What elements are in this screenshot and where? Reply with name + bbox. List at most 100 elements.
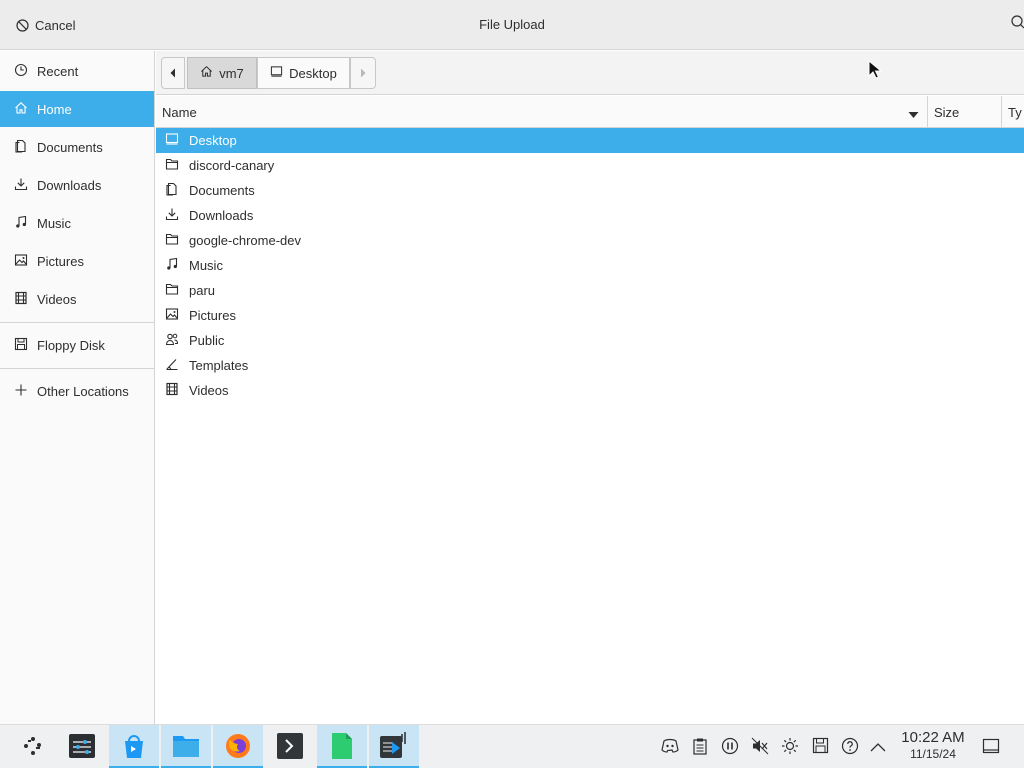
chevron-left-icon: [169, 66, 177, 81]
discover-icon: [120, 731, 148, 764]
sidebar-item-home[interactable]: Home: [0, 91, 154, 127]
sidebar-item-floppy-disk[interactable]: Floppy Disk: [0, 327, 154, 363]
desktop-icon: [165, 132, 179, 149]
plus-icon: [14, 383, 28, 400]
column-label: Size: [934, 104, 960, 120]
file-row-music[interactable]: Music: [156, 253, 1024, 278]
libreoffice-icon: [329, 731, 355, 764]
column-header-size[interactable]: Size: [928, 96, 1002, 128]
home-icon: [200, 65, 213, 81]
show-desktop-icon: [982, 738, 1000, 758]
documents-icon: [165, 182, 179, 199]
home-icon: [14, 101, 28, 118]
sidebar-item-label: Recent: [37, 63, 79, 79]
tray-removable-storage[interactable]: [810, 737, 830, 757]
file-list: Desktop discord-canary Documents Downloa…: [156, 128, 1024, 724]
header-bar: Cancel File Upload: [0, 0, 1024, 50]
tray-volume[interactable]: [750, 737, 770, 757]
file-row-pictures[interactable]: Pictures: [156, 303, 1024, 328]
sidebar-item-recent[interactable]: Recent: [0, 53, 154, 89]
file-row-paru[interactable]: paru: [156, 278, 1024, 303]
sidebar-item-music[interactable]: Music: [0, 205, 154, 241]
taskbar-app-dolphin[interactable]: [161, 725, 211, 768]
tray-brightness[interactable]: [780, 737, 800, 757]
file-row-videos[interactable]: Videos: [156, 378, 1024, 403]
taskbar-app-terminal[interactable]: [265, 725, 315, 768]
clipboard-icon: [692, 737, 708, 758]
sort-descending-icon: [908, 107, 919, 122]
help-icon: [841, 737, 859, 758]
file-name: Documents: [189, 183, 255, 198]
videos-icon: [14, 291, 28, 308]
taskbar-app-firefox[interactable]: [213, 725, 263, 768]
file-row-google-chrome-dev[interactable]: google-chrome-dev: [156, 228, 1024, 253]
digital-clock[interactable]: 10:22 AM 11/15/24: [896, 729, 970, 762]
tray-help[interactable]: [840, 737, 860, 757]
sidebar-item-label: Other Locations: [37, 383, 129, 399]
folder-icon: [165, 282, 179, 299]
sidebar-item-videos[interactable]: Videos: [0, 281, 154, 317]
app-launcher-icon: [20, 733, 46, 762]
tray-media-pause[interactable]: [720, 737, 740, 757]
floppy-icon: [14, 337, 28, 354]
tray-clipboard[interactable]: [690, 737, 710, 757]
file-row-downloads[interactable]: Downloads: [156, 203, 1024, 228]
path-segment-home[interactable]: vm7: [187, 57, 257, 89]
clock-icon: [14, 63, 28, 80]
file-name: paru: [189, 283, 216, 298]
documents-icon: [14, 139, 28, 156]
file-row-desktop[interactable]: Desktop: [156, 128, 1024, 153]
file-name: Music: [189, 258, 223, 273]
download-icon: [14, 177, 28, 194]
path-forward-button[interactable]: [350, 57, 376, 89]
sidebar-item-downloads[interactable]: Downloads: [0, 167, 154, 203]
music-icon: [165, 257, 179, 274]
taskbar-app-system-settings[interactable]: [57, 725, 107, 768]
path-segment-label: Desktop: [289, 65, 337, 81]
terminal-icon: [275, 731, 305, 764]
search-icon: [1010, 15, 1024, 33]
show-desktop-button[interactable]: [982, 737, 1004, 757]
sidebar-item-label: Videos: [37, 291, 77, 307]
sidebar-item-documents[interactable]: Documents: [0, 129, 154, 165]
path-segment-desktop[interactable]: Desktop: [257, 57, 350, 89]
sidebar-item-pictures[interactable]: Pictures: [0, 243, 154, 279]
clock-date: 11/15/24: [910, 747, 956, 761]
file-row-templates[interactable]: Templates: [156, 353, 1024, 378]
brightness-icon: [781, 737, 799, 758]
file-row-public[interactable]: Public: [156, 328, 1024, 353]
column-label: Name: [162, 104, 197, 120]
column-header-type[interactable]: Ty: [1002, 96, 1024, 128]
download-icon: [165, 207, 179, 224]
sidebar-separator: [0, 322, 154, 323]
sidebar-item-other-locations[interactable]: Other Locations: [0, 373, 154, 409]
pictures-icon: [165, 307, 179, 324]
places-sidebar: Recent Home Documents Downloads Music Pi…: [0, 51, 155, 724]
sidebar-item-label: Floppy Disk: [37, 337, 105, 353]
dolphin-icon: [171, 732, 201, 763]
path-back-button[interactable]: [161, 57, 185, 89]
taskbar-app-libreoffice[interactable]: [317, 725, 367, 768]
file-row-discord-canary[interactable]: discord-canary: [156, 153, 1024, 178]
column-header-name[interactable]: Name: [156, 96, 928, 128]
path-segment-label: vm7: [219, 65, 244, 81]
file-name: Templates: [189, 358, 249, 373]
file-name: Pictures: [189, 308, 236, 323]
window-title: File Upload: [479, 17, 545, 32]
discord-tray-icon: [660, 738, 680, 757]
app-launcher-button[interactable]: [8, 725, 58, 768]
file-row-documents[interactable]: Documents: [156, 178, 1024, 203]
file-name: discord-canary: [189, 158, 275, 173]
tray-discord[interactable]: [660, 737, 680, 757]
taskbar-app-discover[interactable]: [109, 725, 159, 768]
search-button[interactable]: [1010, 14, 1024, 34]
firefox-icon: [223, 731, 253, 764]
media-player-icon: [378, 731, 410, 764]
taskbar-app-media-player[interactable]: [369, 725, 419, 768]
videos-icon: [165, 382, 179, 399]
save-icon: [812, 737, 829, 757]
path-bar: vm7 Desktop: [156, 51, 1024, 95]
sidebar-item-label: Music: [37, 215, 71, 231]
tray-expand-button[interactable]: [868, 737, 888, 757]
sidebar-item-label: Home: [37, 101, 72, 117]
